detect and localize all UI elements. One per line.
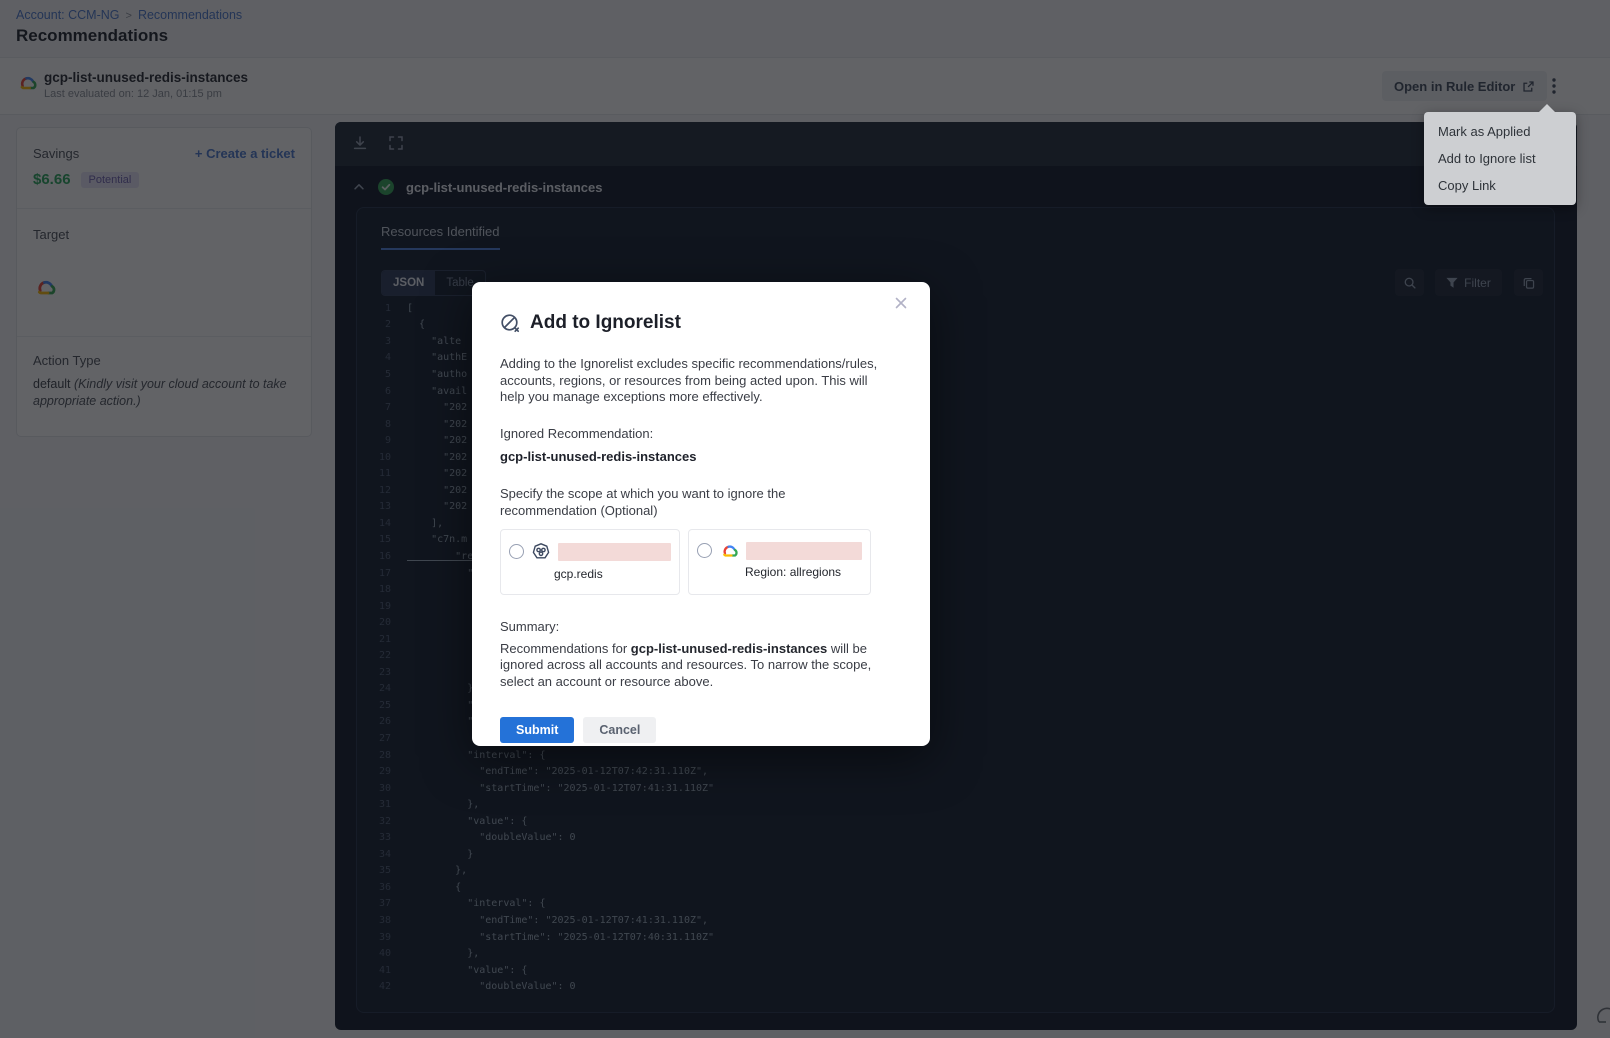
- modal-description: Adding to the Ignorelist excludes specif…: [500, 356, 878, 406]
- scope-option-region[interactable]: Region: allregions: [688, 529, 871, 595]
- menu-item-mark-as-applied[interactable]: Mark as Applied: [1424, 118, 1576, 145]
- modal-title: Add to Ignorelist: [530, 312, 681, 334]
- ignored-recommendation-value: gcp-list-unused-redis-instances: [500, 449, 878, 464]
- redacted-rule-name: [558, 543, 671, 561]
- menu-item-add-to-ignore-list[interactable]: Add to Ignore list: [1424, 145, 1576, 172]
- add-to-ignorelist-modal: Add to Ignorelist Adding to the Ignoreli…: [472, 282, 930, 746]
- radio-region-scope[interactable]: [697, 543, 712, 558]
- screen: Account: CCM-NG>Recommendations Recommen…: [0, 0, 1610, 1038]
- menu-item-copy-link[interactable]: Copy Link: [1424, 172, 1576, 199]
- scope-option-region-label: Region: allregions: [745, 565, 862, 579]
- scope-options: gcp.redis Region: allregions: [500, 529, 878, 595]
- redacted-account-name: [746, 542, 862, 560]
- gcp-logo-icon: [719, 543, 739, 558]
- options-menu: Mark as Applied Add to Ignore list Copy …: [1424, 112, 1576, 205]
- scope-label: Specify the scope at which you want to i…: [500, 486, 878, 520]
- scope-option-rule[interactable]: gcp.redis: [500, 529, 680, 595]
- cancel-button[interactable]: Cancel: [583, 717, 656, 743]
- ignored-recommendation-label: Ignored Recommendation:: [500, 426, 878, 441]
- radio-rule-scope[interactable]: [509, 544, 524, 559]
- ignore-icon: [500, 313, 521, 334]
- close-icon[interactable]: [890, 292, 912, 314]
- summary-rule-name: gcp-list-unused-redis-instances: [631, 641, 827, 656]
- governance-rule-icon: [531, 542, 551, 562]
- summary-text: Recommendations for gcp-list-unused-redi…: [500, 641, 878, 691]
- scope-option-rule-label: gcp.redis: [554, 567, 671, 581]
- summary-label: Summary:: [500, 619, 878, 634]
- submit-button[interactable]: Submit: [500, 717, 574, 743]
